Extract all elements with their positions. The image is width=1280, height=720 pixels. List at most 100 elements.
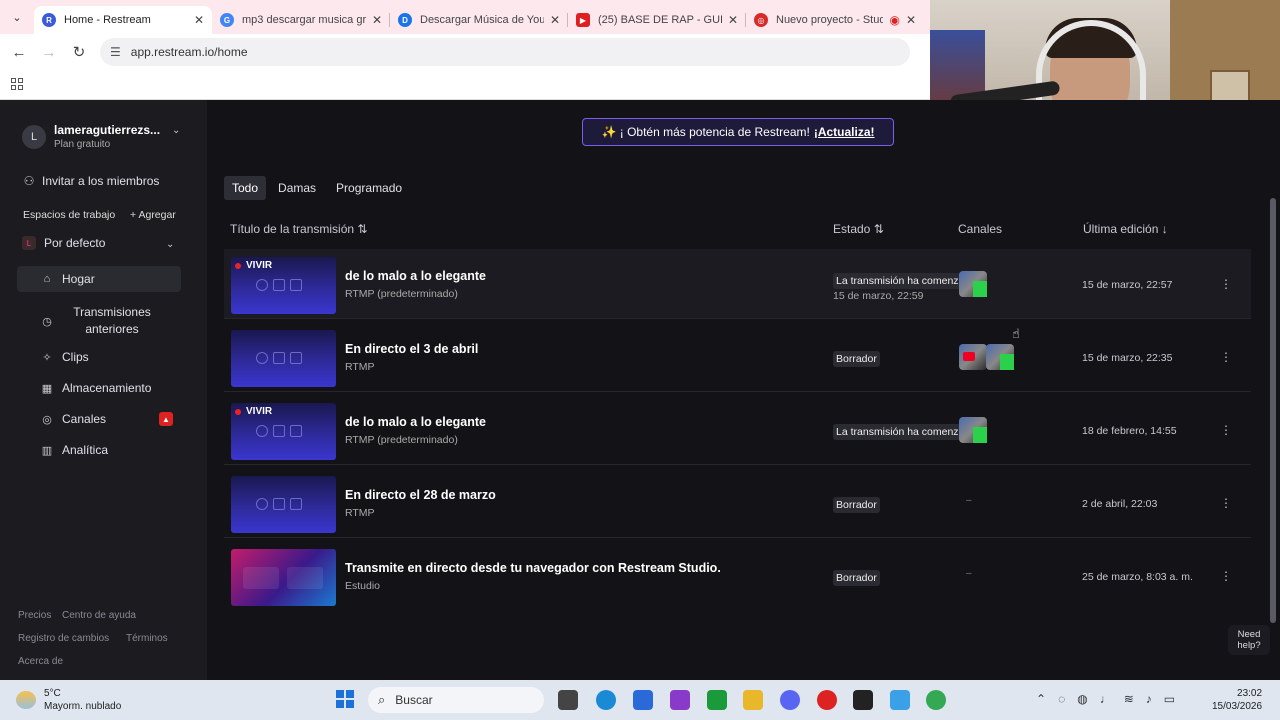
tab-nuevo-proyecto[interactable]: ◎ Nuevo proyecto - Studi ◉ ✕ <box>746 6 924 34</box>
need-help-button[interactable]: Need help? <box>1228 625 1270 655</box>
chevron-up-icon[interactable]: ⌃ <box>1036 692 1046 706</box>
status-badge: La transmisión ha comenzado <box>833 273 963 289</box>
about-link[interactable]: Acerca de <box>18 656 63 667</box>
close-tab-icon[interactable]: ✕ <box>372 13 382 27</box>
xbox-icon[interactable] <box>707 690 727 710</box>
column-header-last-edit[interactable]: Última edición ↓ <box>1083 222 1168 236</box>
stream-title: En directo el 3 de abril <box>345 342 479 356</box>
app-icon[interactable] <box>670 690 690 710</box>
invite-members-link[interactable]: ⚇ Invitar a los miembros <box>22 174 160 188</box>
task-view-icon[interactable] <box>558 690 578 710</box>
discord-icon[interactable] <box>780 690 800 710</box>
page-scrollbar[interactable] <box>1270 198 1276 623</box>
live-badge: VIVIR <box>235 406 272 417</box>
weather-widget[interactable]: 5°C Mayorm. nublado <box>16 687 121 713</box>
sidebar-item-transmisiones-anteriores[interactable]: ◷ Transmisiones anteriores <box>17 303 181 339</box>
studio-favicon-icon: ◎ <box>754 13 768 27</box>
tab-home-restream[interactable]: R Home - Restream ✕ <box>34 6 212 34</box>
sidebar-item-clips[interactable]: ✧ Clips <box>17 344 181 370</box>
promo-text: ✨ ¡ Obtén más potencia de Restream! <box>601 125 810 139</box>
workspace-default[interactable]: L Por defecto <box>22 236 105 250</box>
live-dot-icon <box>235 408 241 415</box>
tray-app-icon[interactable]: ◍ <box>1077 692 1087 706</box>
chevron-down-icon[interactable]: ⌄ <box>166 239 174 250</box>
no-channels: – <box>966 495 972 506</box>
apps-grid-icon[interactable] <box>11 78 23 90</box>
chrome-icon[interactable] <box>926 690 946 710</box>
add-workspace-button[interactable]: + Agregar <box>130 209 176 221</box>
help-center-link[interactable]: Centro de ayuda <box>62 610 136 621</box>
taskbar-search-input[interactable]: ⌕ Buscar <box>368 687 544 713</box>
app-icon[interactable] <box>890 690 910 710</box>
close-tab-icon[interactable]: ✕ <box>550 13 560 27</box>
windows-start-icon[interactable] <box>336 690 354 708</box>
sidebar-item-canales[interactable]: ◎ Canales ▲ <box>17 406 181 432</box>
more-options-icon[interactable]: ⋮ <box>1220 277 1232 291</box>
more-options-icon[interactable]: ⋮ <box>1220 496 1232 510</box>
table-row[interactable]: En directo el 3 de abril RTMP Borrador 1… <box>224 322 1251 392</box>
status-time: 15 de marzo, 22:59 <box>833 290 924 302</box>
epic-games-icon[interactable] <box>853 690 873 710</box>
column-header-title[interactable]: Título de la transmisión ⇅ <box>230 222 367 236</box>
microphone-icon[interactable]: ♩ <box>1100 692 1112 706</box>
reload-icon[interactable]: ↻ <box>64 43 94 61</box>
more-options-icon[interactable]: ⋮ <box>1220 569 1232 583</box>
account-plan: Plan gratuito <box>54 139 111 150</box>
thumbnail-glyphs <box>256 352 302 364</box>
file-explorer-icon[interactable] <box>743 690 763 710</box>
wifi-icon[interactable]: ≋ <box>1124 692 1134 706</box>
sidebar-item-analitica[interactable]: ▥ Analítica <box>17 437 181 463</box>
edge-icon[interactable] <box>596 690 616 710</box>
account-switcher[interactable]: L lameragutierrezs... Plan gratuito <box>22 123 166 150</box>
table-row[interactable]: VIVIR de lo malo a lo elegante RTMP (pre… <box>224 395 1251 465</box>
tray-app-icon[interactable]: ◌ <box>1058 692 1065 706</box>
more-options-icon[interactable]: ⋮ <box>1220 350 1232 364</box>
forward-arrow-icon[interactable]: → <box>34 44 64 61</box>
tab-search-icon[interactable]: ⌄ <box>0 0 34 34</box>
tab-title: Nuevo proyecto - Studi <box>776 14 884 26</box>
stream-title: En directo el 28 de marzo <box>345 488 496 502</box>
close-tab-icon[interactable]: ✕ <box>728 13 738 27</box>
upgrade-link[interactable]: ¡Actualiza! <box>814 125 875 139</box>
history-icon: ◷ <box>42 315 52 328</box>
live-badge: VIVIR <box>235 260 272 271</box>
close-tab-icon[interactable]: ✕ <box>906 13 916 27</box>
search-icon: ⌕ <box>378 692 386 707</box>
tab-base-de-rap[interactable]: ▶ (25) BASE DE RAP - GUITAR ✕ <box>568 6 746 34</box>
live-label: VIVIR <box>246 260 273 271</box>
tab-programado[interactable]: Programado <box>328 176 410 200</box>
more-options-icon[interactable]: ⋮ <box>1220 423 1232 437</box>
tab-damas[interactable]: Damas <box>270 176 324 200</box>
upgrade-banner[interactable]: ✨ ¡ Obtén más potencia de Restream! ¡Act… <box>582 118 894 146</box>
last-edit-date: 2 de abril, 22:03 <box>1082 498 1158 510</box>
table-row[interactable]: Transmite en directo desde tu navegador … <box>224 541 1251 611</box>
volume-icon[interactable]: ♪ <box>1146 692 1152 706</box>
browser-tab-strip: ⌄ R Home - Restream ✕ G mp3 descargar mu… <box>0 0 930 34</box>
sidebar-item-hogar[interactable]: ⌂ Hogar <box>17 266 181 292</box>
close-tab-icon[interactable]: ✕ <box>194 13 204 27</box>
prices-link[interactable]: Precios <box>18 610 51 621</box>
store-icon[interactable] <box>633 690 653 710</box>
url-input[interactable]: ☰ app.restream.io/home <box>100 38 910 66</box>
site-settings-icon[interactable]: ☰ <box>110 45 121 59</box>
changelog-link[interactable]: Registro de cambios <box>18 633 109 644</box>
channel-avatar <box>959 271 987 297</box>
sidebar-item-label: Almacenamiento <box>62 381 152 395</box>
back-arrow-icon[interactable]: ← <box>4 44 34 61</box>
system-clock[interactable]: 23:02 15/03/2026 <box>1212 687 1262 713</box>
tab-descargar-musica[interactable]: D Descargar Música de YouTu ✕ <box>390 6 568 34</box>
table-row[interactable]: VIVIR de lo malo a lo elegante RTMP (pre… <box>224 249 1251 319</box>
workspace-badge: L <box>22 236 36 250</box>
tab-mp3-descargar[interactable]: G mp3 descargar musica gra ✕ <box>212 6 390 34</box>
chevron-down-icon[interactable]: ⌄ <box>172 125 180 136</box>
sidebar-item-almacenamiento[interactable]: ▦ Almacenamiento <box>17 375 181 401</box>
sidebar: L lameragutierrezs... Plan gratuito ⌄ ⚇ … <box>0 100 207 680</box>
battery-icon[interactable]: ▭ <box>1164 692 1175 706</box>
terms-link[interactable]: Términos <box>126 633 168 644</box>
column-header-status[interactable]: Estado ⇅ <box>833 222 884 236</box>
app-icon[interactable] <box>817 690 837 710</box>
table-row[interactable]: En directo el 28 de marzo RTMP Borrador … <box>224 468 1251 538</box>
last-edit-date: 15 de marzo, 22:57 <box>1082 279 1173 291</box>
tab-todo[interactable]: Todo <box>224 176 267 200</box>
google-favicon-icon: G <box>220 13 234 27</box>
